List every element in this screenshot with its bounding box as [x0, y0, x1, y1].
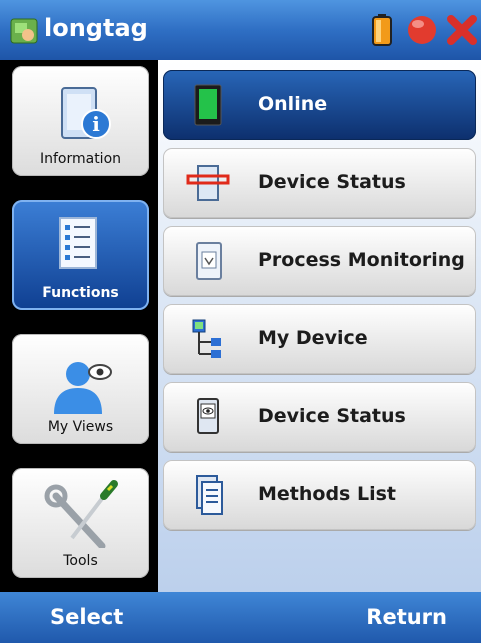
menu-item-methods-list[interactable]: Methods List: [163, 460, 476, 530]
online-device-icon: [194, 84, 222, 126]
app-title: longtag: [44, 14, 148, 42]
menu-item-label: Device Status: [258, 405, 406, 427]
functions-list-icon: [59, 217, 97, 269]
main-content: i Information Functions My Views Tools O…: [0, 60, 481, 592]
menu-item-label: Device Status: [258, 171, 406, 193]
menu-item-my-device[interactable]: My Device: [163, 304, 476, 374]
record-icon[interactable]: [406, 14, 438, 46]
return-softkey[interactable]: Return: [366, 605, 447, 629]
device-view-icon: [197, 398, 219, 434]
function-menu: Online Device Status Process Monitoring: [158, 60, 481, 592]
menu-item-label: Process Monitoring: [258, 249, 465, 271]
nav-tools[interactable]: Tools: [12, 468, 149, 578]
device-status-icon: [186, 165, 230, 201]
menu-item-label: Online: [258, 93, 328, 115]
menu-item-device-status-2[interactable]: Device Status: [163, 382, 476, 452]
nav-my-views-label: My Views: [47, 419, 114, 435]
title-bar: longtag: [0, 0, 481, 60]
softkey-bar: Select Return: [0, 592, 481, 643]
nav-my-views[interactable]: My Views: [12, 334, 149, 444]
nav-information[interactable]: i Information: [12, 66, 149, 176]
battery-icon: [372, 14, 392, 46]
close-icon[interactable]: [446, 14, 478, 46]
information-icon: i: [61, 87, 111, 139]
methods-list-icon: [196, 475, 223, 515]
svg-text:i: i: [92, 112, 100, 136]
menu-item-label: Methods List: [258, 483, 396, 505]
app-icon: [10, 18, 38, 44]
nav-functions-label: Functions: [42, 285, 119, 301]
user-views-icon: [54, 362, 112, 414]
process-monitoring-icon: [196, 242, 222, 280]
menu-item-process-monitoring[interactable]: Process Monitoring: [163, 226, 476, 296]
left-nav: i Information Functions My Views Tools: [0, 60, 160, 592]
nav-tools-label: Tools: [63, 553, 98, 569]
menu-item-online[interactable]: Online: [163, 70, 476, 140]
nav-information-label: Information: [39, 151, 122, 167]
device-tree-icon: [192, 319, 221, 358]
select-softkey[interactable]: Select: [50, 605, 123, 629]
menu-item-device-status[interactable]: Device Status: [163, 148, 476, 218]
menu-item-label: My Device: [258, 327, 368, 349]
nav-functions[interactable]: Functions: [12, 200, 149, 310]
tools-icon: [44, 480, 118, 548]
